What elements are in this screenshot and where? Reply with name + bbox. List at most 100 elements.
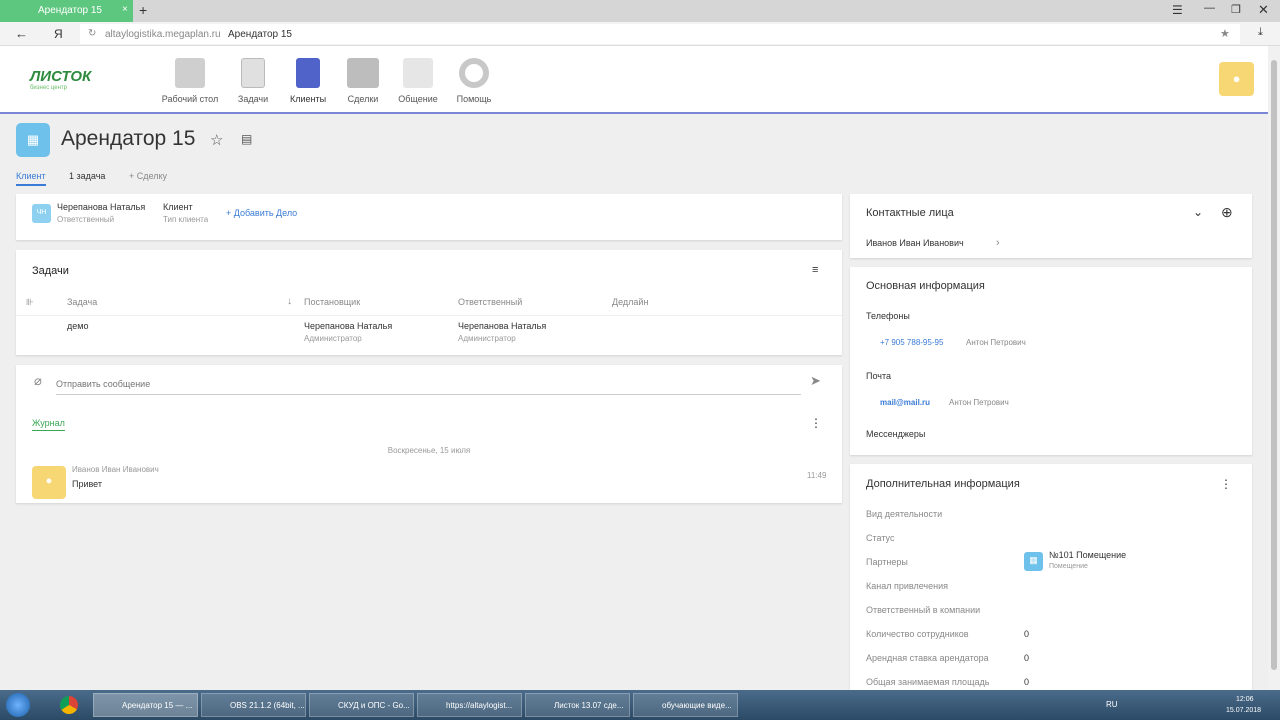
bookmark-star-icon[interactable]: ★: [1220, 27, 1230, 40]
collapse-icon[interactable]: ⌄: [1193, 205, 1203, 219]
taskbar-item[interactable]: обучающие виде...: [633, 693, 738, 717]
nav-label: Сделки: [347, 94, 379, 104]
nav-tasks[interactable]: Задачи: [223, 58, 283, 104]
partner-type: Помещение: [1049, 563, 1088, 570]
nav-deals[interactable]: Сделки: [333, 58, 393, 104]
field-label: Арендная ставка арендатора: [866, 653, 989, 663]
field-label: Вид деятельности: [866, 509, 943, 519]
lifebuoy-icon: [459, 58, 489, 88]
yandex-button[interactable]: Я: [54, 27, 63, 41]
address-book-icon: [296, 58, 320, 88]
entry-text: Привет: [72, 479, 103, 489]
journal-card: ⌀ ➤ Журнал ⋮ Воскресенье, 15 июля ● Иван…: [16, 365, 842, 503]
responsible-label: Ответственный: [57, 215, 115, 224]
main-info-card: Основная информация Телефоны +7 905 788-…: [850, 267, 1252, 455]
field-label: Канал привлечения: [866, 581, 948, 591]
attach-icon[interactable]: ⌀: [34, 373, 42, 389]
taskbar-item[interactable]: Листок 13.07 сде...: [525, 693, 630, 717]
journal-tab[interactable]: Журнал: [32, 418, 65, 431]
field-label: Статус: [866, 533, 895, 543]
logo-sub: бизнес центр: [30, 85, 67, 91]
start-button[interactable]: [6, 693, 30, 717]
col-responsible[interactable]: Ответственный: [458, 297, 522, 307]
clipboard-check-icon: [241, 58, 265, 88]
more-vert-icon[interactable]: ⋮: [1220, 477, 1232, 491]
field-value: 0: [1024, 629, 1030, 639]
scrollbar-thumb[interactable]: [1271, 60, 1277, 670]
send-icon[interactable]: ➤: [810, 373, 821, 389]
card-view-icon[interactable]: ▤: [241, 132, 252, 146]
extra-info-title: Дополнительная информация: [866, 478, 1020, 490]
browser-tab[interactable]: Арендатор 15 ×: [0, 0, 133, 22]
taskbar-item[interactable]: Арендатор 15 — ...: [93, 693, 198, 717]
column-settings-icon[interactable]: ⊪: [26, 297, 34, 308]
email-link[interactable]: mail@mail.ru: [880, 398, 930, 407]
favorite-star-icon[interactable]: ☆: [210, 131, 223, 149]
client-type-label: Тип клиента: [163, 215, 209, 224]
taskbar-item[interactable]: СКУД и ОПС - Go...: [309, 693, 414, 717]
taskbar-item[interactable]: OBS 21.1.2 (64bit, ...: [201, 693, 306, 717]
url-field[interactable]: ↻ altaylogistika.megaplan.ru Арендатор 1…: [80, 24, 1240, 44]
language-indicator[interactable]: RU: [1106, 700, 1118, 709]
browser-tab-bar: Арендатор 15 × + ☰ — ❐ ✕: [0, 0, 1280, 22]
task-name[interactable]: демо: [67, 321, 88, 331]
tasks-title: Задачи: [32, 265, 69, 277]
task-author-role: Администратор: [304, 334, 362, 343]
add-contact-icon[interactable]: ⊕: [1221, 204, 1233, 221]
sort-menu-icon[interactable]: ≡: [812, 264, 818, 276]
close-tab-icon[interactable]: ×: [122, 4, 128, 15]
minimize-button[interactable]: —: [1204, 2, 1215, 14]
col-deadline[interactable]: Дедлайн: [612, 297, 648, 307]
contact-item[interactable]: Иванов Иван Иванович: [866, 238, 964, 248]
add-action-link[interactable]: + Добавить Дело: [226, 208, 297, 218]
nav-dashboard[interactable]: Рабочий стол: [160, 58, 220, 104]
table-row[interactable]: демо Черепанова Наталья Администратор Че…: [16, 316, 842, 352]
extra-info-card: Дополнительная информация ⋮ Вид деятельн…: [850, 464, 1252, 690]
taskbar-item[interactable]: https://altaylogist...: [417, 693, 522, 717]
maximize-button[interactable]: ❐: [1231, 3, 1241, 16]
user-avatar[interactable]: ●: [1219, 62, 1254, 96]
message-input[interactable]: [56, 373, 801, 395]
reload-icon[interactable]: ↻: [88, 28, 96, 39]
nav-label: Рабочий стол: [161, 94, 219, 104]
clock-date[interactable]: 15.07.2018: [1226, 707, 1261, 714]
clock-time[interactable]: 12:06: [1236, 696, 1254, 703]
new-tab-button[interactable]: +: [139, 2, 147, 18]
tab-client[interactable]: Клиент: [16, 171, 46, 186]
col-author[interactable]: Постановщик: [304, 297, 360, 307]
taskbar: Арендатор 15 — ... OBS 21.1.2 (64bit, ..…: [0, 690, 1280, 720]
task-responsible-role: Администратор: [458, 334, 516, 343]
page-title: Арендатор 15: [61, 127, 196, 150]
dashboard-icon: [175, 58, 205, 88]
phone-link[interactable]: +7 905 788-95-95: [880, 338, 943, 347]
nav-clients[interactable]: Клиенты: [278, 58, 338, 104]
chevron-right-icon[interactable]: ›: [996, 237, 1000, 249]
field-label: Количество сотрудников: [866, 629, 969, 639]
menu-icon[interactable]: ☰: [1172, 3, 1183, 17]
download-icon[interactable]: ⤓: [1258, 26, 1263, 39]
address-bar: ← Я ↻ altaylogistika.megaplan.ru Арендат…: [0, 22, 1280, 46]
url-page-title: Арендатор 15: [228, 29, 292, 40]
app-header: ЛИСТОК бизнес центр Рабочий стол Задачи …: [0, 46, 1268, 114]
logo[interactable]: ЛИСТОК бизнес центр: [30, 68, 91, 91]
close-window-button[interactable]: ✕: [1258, 2, 1269, 18]
col-task[interactable]: Задача: [67, 297, 97, 307]
nav-communication[interactable]: Общение: [388, 58, 448, 104]
more-vert-icon[interactable]: ⋮: [810, 416, 822, 430]
client-type-value[interactable]: Клиент: [163, 202, 193, 212]
briefcase-icon: [347, 58, 379, 88]
entry-author[interactable]: Иванов Иван Иванович: [72, 465, 159, 474]
tab-add-deal[interactable]: + Сделку: [129, 171, 167, 181]
field-label: Ответственный в компании: [866, 605, 981, 615]
contacts-card: Контактные лица ⌄ ⊕ Иванов Иван Иванович…: [850, 194, 1252, 258]
partner-link[interactable]: №101 Помещение: [1049, 550, 1126, 560]
author-avatar: ●: [32, 466, 66, 499]
responsible-name[interactable]: Черепанова Наталья: [57, 202, 145, 212]
nav-help[interactable]: Помощь: [444, 58, 504, 104]
tab-tasks[interactable]: 1 задача: [69, 171, 105, 181]
back-button[interactable]: ←: [15, 26, 28, 41]
field-value: 0: [1024, 653, 1030, 663]
sort-arrow-icon[interactable]: ↓: [287, 296, 292, 307]
chrome-icon[interactable]: [60, 696, 78, 714]
nav-label: Клиенты: [289, 94, 327, 104]
